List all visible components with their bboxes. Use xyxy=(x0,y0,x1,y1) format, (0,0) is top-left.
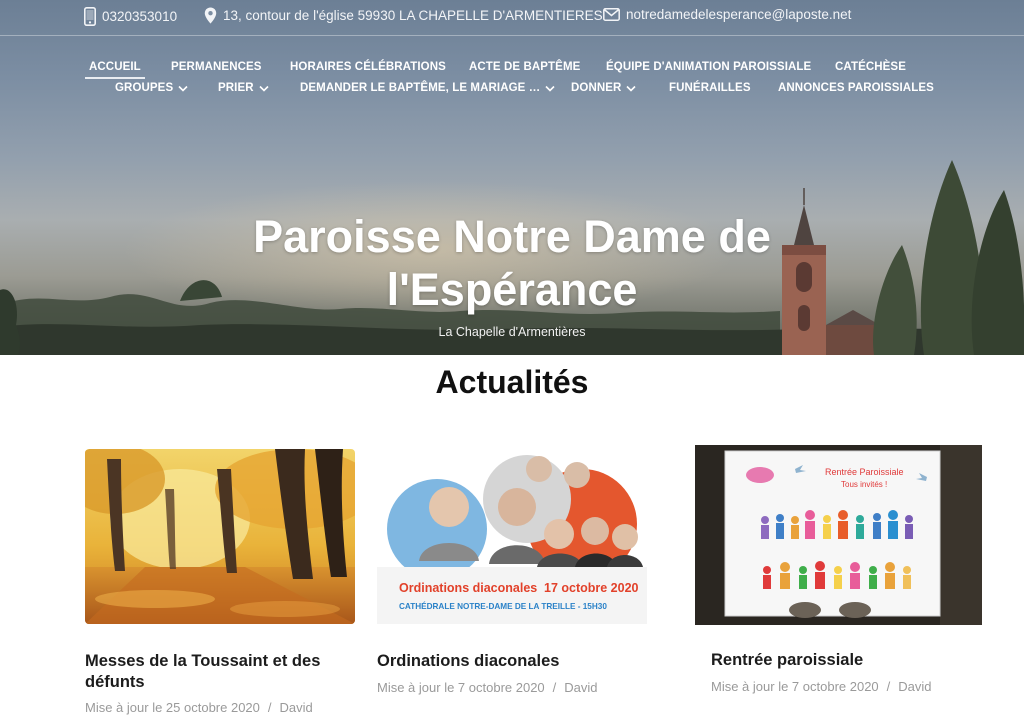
nav-label: ACTE DE BAPTÊME xyxy=(469,61,581,73)
post-updated: Mise à jour le 7 octobre 2020 xyxy=(711,679,879,694)
hero-banner: 0320353010 13, contour de l'église 59930… xyxy=(0,0,1024,355)
rentree-banner-image: Rentrée Paroissiale Tous invités ! xyxy=(695,445,982,625)
nav-label: DONNER xyxy=(571,82,622,94)
poster-headline: Ordinations diaconales xyxy=(399,581,537,595)
ordinations-poster-image: Ordinations diaconales 17 octobre 2020 C… xyxy=(377,449,647,624)
phone-number[interactable]: 0320353010 xyxy=(102,9,177,24)
chevron-down-icon xyxy=(545,85,555,92)
site-title[interactable]: Paroisse Notre Dame de l'Espérance xyxy=(150,210,874,316)
nav-item-demander-sacrements[interactable]: DEMANDER LE BAPTÊME, LE MARIAGE … xyxy=(300,82,555,94)
post-image-toussaint[interactable] xyxy=(85,449,355,624)
nav-label: PERMANENCES xyxy=(171,61,262,73)
banner-line1: Rentrée Paroissiale xyxy=(825,467,904,477)
contact-bar: 0320353010 13, contour de l'église 59930… xyxy=(0,0,1024,36)
nav-item-funerailles[interactable]: FUNÉRAILLES xyxy=(669,82,751,94)
poster-date: 17 octobre 2020 xyxy=(544,581,639,595)
autumn-alley-image xyxy=(85,449,355,624)
envelope-icon xyxy=(603,8,620,21)
post-updated: Mise à jour le 7 octobre 2020 xyxy=(377,680,545,695)
email-address[interactable]: notredamedelesperance@laposte.net xyxy=(626,7,851,22)
nav-label: ANNONCES PAROISSIALES xyxy=(778,82,934,94)
nav-item-horaires[interactable]: HORAIRES CÉLÉBRATIONS xyxy=(290,61,446,73)
post-title-rentree[interactable]: Rentrée paroissiale xyxy=(711,650,981,671)
nav-label: GROUPES xyxy=(115,82,174,94)
address-contact: 13, contour de l'église 59930 LA CHAPELL… xyxy=(204,7,603,24)
address-text: 13, contour de l'église 59930 LA CHAPELL… xyxy=(223,8,603,23)
post-author[interactable]: David xyxy=(898,679,931,694)
chevron-down-icon xyxy=(259,85,269,92)
post-title-toussaint[interactable]: Messes de la Toussaint et des défunts xyxy=(85,651,355,693)
meta-separator: / xyxy=(552,680,557,695)
tree-left-silhouette xyxy=(0,289,20,355)
nav-item-annonces[interactable]: ANNONCES PAROISSIALES xyxy=(778,82,934,94)
chevron-down-icon xyxy=(626,85,637,92)
site-tagline: La Chapelle d'Armentières xyxy=(438,325,586,339)
nav-label: ÉQUIPE D'ANIMATION PAROISSIALE xyxy=(606,61,812,73)
meta-separator: / xyxy=(267,700,272,715)
nav-item-permanences[interactable]: PERMANENCES xyxy=(171,61,262,73)
map-pin-icon xyxy=(204,7,217,24)
nav-label: PRIER xyxy=(218,82,254,94)
post-author[interactable]: David xyxy=(564,680,597,695)
post-meta-ordinations: Mise à jour le 7 octobre 2020 / David xyxy=(377,680,598,695)
post-title-ordinations[interactable]: Ordinations diaconales xyxy=(377,651,647,672)
nav-item-acte-bapteme[interactable]: ACTE DE BAPTÊME xyxy=(469,61,580,73)
email-contact[interactable]: notredamedelesperance@laposte.net xyxy=(603,7,851,22)
poster-subline: CATHÉDRALE NOTRE-DAME DE LA TREILLE - 15… xyxy=(399,601,607,611)
phone-icon xyxy=(84,7,96,26)
section-title-actualites: Actualités xyxy=(435,364,589,400)
post-image-rentree[interactable]: Rentrée Paroissiale Tous invités ! xyxy=(695,445,982,625)
post-meta-toussaint: Mise à jour le 25 octobre 2020 / David xyxy=(85,700,313,715)
chevron-down-icon xyxy=(178,85,188,92)
nav-item-donner[interactable]: DONNER xyxy=(571,82,637,94)
banner-line2: Tous invités ! xyxy=(841,480,887,489)
nav-label: HORAIRES CÉLÉBRATIONS xyxy=(290,61,446,73)
post-meta-rentree: Mise à jour le 7 octobre 2020 / David xyxy=(711,679,932,694)
nav-label: ACCUEIL xyxy=(89,61,141,73)
nav-item-catechese[interactable]: CATÉCHÈSE xyxy=(835,61,906,73)
nav-item-groupes[interactable]: GROUPES xyxy=(115,82,188,94)
post-updated: Mise à jour le 25 octobre 2020 xyxy=(85,700,260,715)
phone-contact[interactable]: 0320353010 xyxy=(84,7,177,26)
nav-item-accueil[interactable]: ACCUEIL xyxy=(85,61,145,79)
nav-item-equipe-animation[interactable]: ÉQUIPE D'ANIMATION PAROISSIALE xyxy=(606,61,811,73)
nav-item-prier[interactable]: PRIER xyxy=(218,82,269,94)
post-author[interactable]: David xyxy=(280,700,313,715)
nav-label: DEMANDER LE BAPTÊME, LE MARIAGE … xyxy=(300,82,541,94)
post-image-ordinations[interactable]: Ordinations diaconales 17 octobre 2020 C… xyxy=(377,449,647,624)
nav-label: CATÉCHÈSE xyxy=(835,61,906,73)
nav-label: FUNÉRAILLES xyxy=(669,82,751,94)
meta-separator: / xyxy=(886,679,891,694)
